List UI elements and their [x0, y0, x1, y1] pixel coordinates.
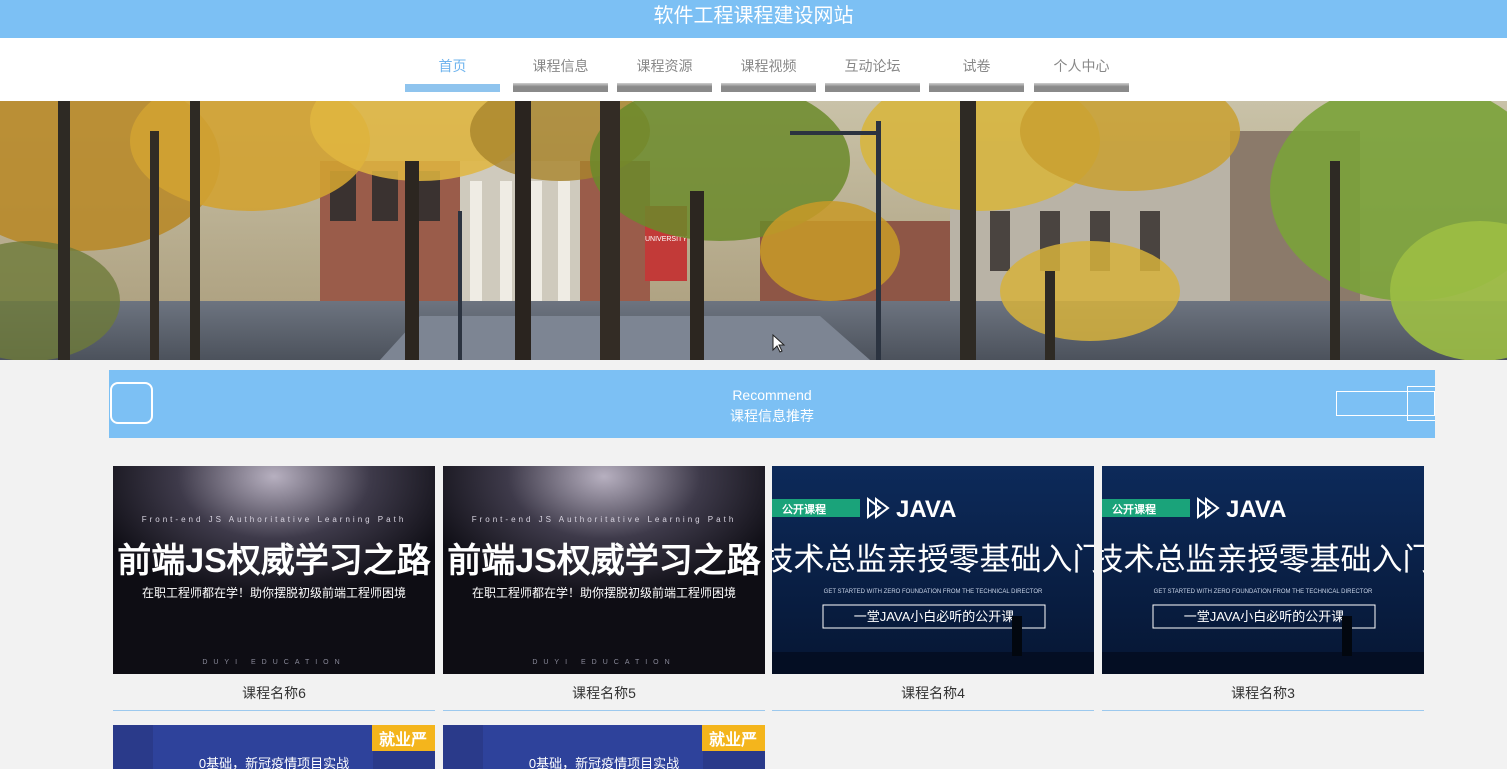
nav-exam-papers-label: 试卷: [962, 58, 991, 74]
site-title: 软件工程课程建设网站: [653, 5, 854, 27]
svg-text:前端JS权威学习之路: 前端JS权威学习之路: [117, 541, 432, 580]
nav-course-resources-label: 课程资源: [636, 58, 693, 74]
site-title-bar: 软件工程课程建设网站: [0, 0, 1507, 38]
course-card[interactable]: 公开课程 JAVA 技术总监亲授零基础入门 GET STARTED WITH Z…: [772, 466, 1094, 711]
nav-course-resources[interactable]: 课程资源: [617, 38, 712, 92]
course-name[interactable]: 课程名称3: [1102, 674, 1424, 711]
nav-home-label: 首页: [438, 58, 467, 74]
recommend-decor-line: [1407, 386, 1435, 421]
nav-course-info-label: 课程信息: [532, 58, 589, 74]
svg-text:技术总监亲授零基础入门: 技术总监亲授零基础入门: [1102, 542, 1424, 577]
svg-text:Front-end JS Authoritative Lea: Front-end JS Authoritative Learning Path: [142, 515, 407, 524]
svg-text:0基础，新冠疫情项目实战: 0基础，新冠疫情项目实战: [529, 756, 679, 769]
hero-banner[interactable]: UNIVERSITY: [0, 101, 1507, 360]
course-thumbnail[interactable]: 就业严 0基础，新冠疫情项目实战: [113, 725, 435, 769]
course-thumbnail[interactable]: 就业严 0基础，新冠疫情项目实战: [443, 725, 765, 769]
nav-personal-center[interactable]: 个人中心: [1034, 38, 1129, 92]
nav-underline: [405, 84, 500, 92]
main-nav: 首页 课程信息 课程资源 课程视频 互动论坛 试卷 个人中心: [0, 38, 1507, 101]
nav-forum-label: 互动论坛: [844, 58, 901, 74]
svg-text:在职工程师都在学！助你摆脱初级前端工程师困境: 在职工程师都在学！助你摆脱初级前端工程师困境: [472, 585, 736, 600]
nav-course-info[interactable]: 课程信息: [513, 38, 608, 92]
svg-text:一堂JAVA小白必听的公开课: 一堂JAVA小白必听的公开课: [854, 609, 1015, 624]
nav-underline: [513, 83, 608, 92]
course-thumbnail: 公开课程 JAVA 技术总监亲授零基础入门 GET STARTED WITH Z…: [772, 466, 1094, 674]
nav-course-videos[interactable]: 课程视频: [721, 38, 816, 92]
course-name[interactable]: 课程名称4: [772, 674, 1094, 711]
svg-text:DUYI EDUCATION: DUYI EDUCATION: [202, 659, 345, 666]
svg-text:在职工程师都在学！助你摆脱初级前端工程师困境: 在职工程师都在学！助你摆脱初级前端工程师困境: [142, 585, 406, 600]
svg-text:技术总监亲授零基础入门: 技术总监亲授零基础入门: [772, 542, 1094, 577]
svg-text:就业严: 就业严: [709, 730, 757, 749]
svg-text:0基础，新冠疫情项目实战: 0基础，新冠疫情项目实战: [199, 756, 349, 769]
course-card[interactable]: Front-end JS Authoritative Learning Path…: [113, 466, 435, 711]
nav-course-videos-label: 课程视频: [740, 58, 797, 74]
svg-text:GET STARTED WITH ZERO FOUNDATI: GET STARTED WITH ZERO FOUNDATION FROM TH…: [1154, 589, 1373, 595]
svg-text:Front-end JS Authoritative Lea: Front-end JS Authoritative Learning Path: [472, 515, 737, 524]
nav-underline: [721, 83, 816, 92]
svg-text:JAVA: JAVA: [1226, 496, 1286, 523]
campus-scene-image: UNIVERSITY: [0, 101, 1507, 360]
svg-text:公开课程: 公开课程: [1112, 502, 1156, 516]
course-thumbnail: Front-end JS Authoritative Learning Path…: [443, 466, 765, 674]
svg-text:GET STARTED WITH ZERO FOUNDATI: GET STARTED WITH ZERO FOUNDATION FROM TH…: [824, 589, 1043, 595]
nav-underline: [929, 83, 1024, 92]
svg-text:就业严: 就业严: [379, 730, 427, 749]
nav-exam-papers[interactable]: 试卷: [929, 38, 1024, 92]
course-thumbnail: 公开课程 JAVA 技术总监亲授零基础入门 GET STARTED WITH Z…: [1102, 466, 1424, 674]
nav-home[interactable]: 首页: [405, 38, 500, 92]
course-card[interactable]: 公开课程 JAVA 技术总监亲授零基础入门 GET STARTED WITH Z…: [1102, 466, 1424, 711]
recommend-title-en: Recommend: [732, 387, 812, 403]
nav-personal-center-label: 个人中心: [1053, 58, 1110, 74]
recommend-title-cn: 课程信息推荐: [730, 408, 814, 424]
course-card[interactable]: Front-end JS Authoritative Learning Path…: [443, 466, 765, 711]
nav-underline: [1034, 83, 1129, 92]
svg-text:DUYI EDUCATION: DUYI EDUCATION: [532, 659, 675, 666]
recommend-header: Recommend 课程信息推荐: [109, 370, 1435, 438]
svg-text:一堂JAVA小白必听的公开课: 一堂JAVA小白必听的公开课: [1184, 609, 1345, 624]
svg-text:JAVA: JAVA: [896, 496, 956, 523]
course-name[interactable]: 课程名称6: [113, 674, 435, 711]
course-thumbnail: Front-end JS Authoritative Learning Path…: [113, 466, 435, 674]
nav-underline: [825, 83, 920, 92]
svg-text:公开课程: 公开课程: [782, 502, 826, 516]
nav-forum[interactable]: 互动论坛: [825, 38, 920, 92]
course-name[interactable]: 课程名称5: [443, 674, 765, 711]
svg-text:前端JS权威学习之路: 前端JS权威学习之路: [447, 541, 762, 580]
nav-underline: [617, 83, 712, 92]
